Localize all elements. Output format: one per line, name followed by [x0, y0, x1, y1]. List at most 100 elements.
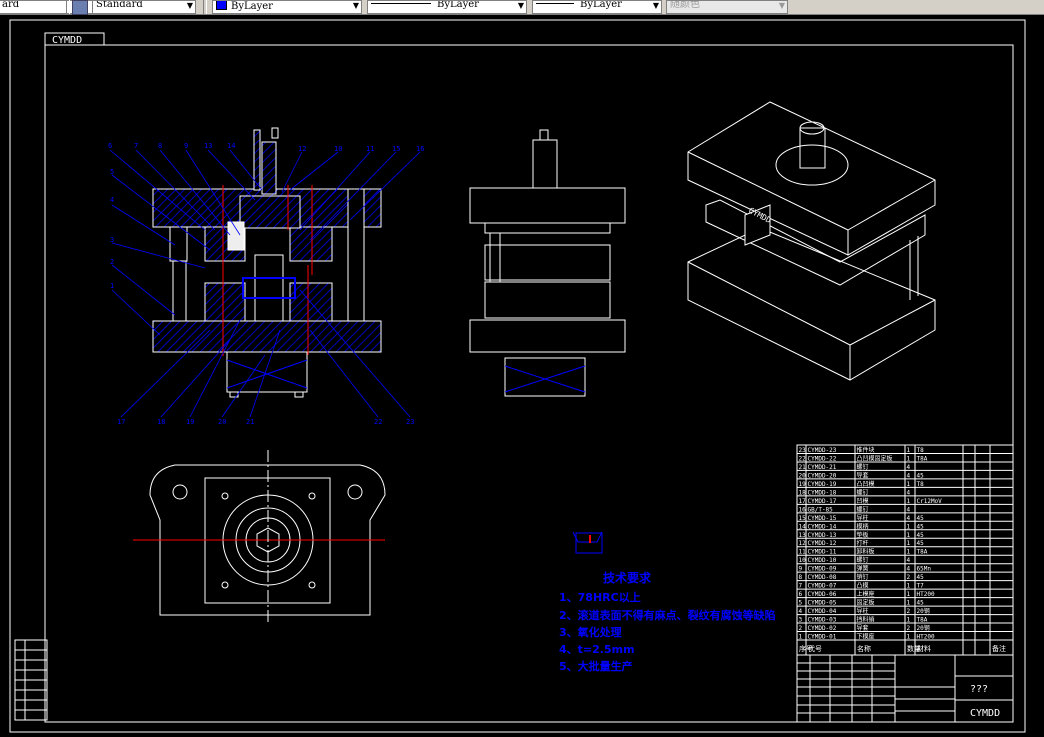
tech-requirement-item: 4、t=2.5mm [559, 643, 635, 656]
table-cell: 9 [799, 566, 803, 573]
lineweight-dropdown[interactable]: ByLayer ▼ [532, 0, 662, 14]
drawing-code: CYMDD [970, 708, 1000, 719]
color-dropdown[interactable]: ByLayer ▼ [212, 0, 362, 14]
dimension-style-icon[interactable] [72, 0, 88, 15]
table-cell: CYMDD-12 [808, 540, 837, 547]
table-cell: CYMDD-01 [808, 634, 837, 641]
balloon-label: 19 [186, 418, 194, 426]
table-cell: CYMDD-09 [808, 566, 837, 573]
table-cell: CYMDD-05 [808, 600, 837, 607]
table-cell: CYMDD-17 [808, 498, 837, 505]
table-cell: 14 [799, 523, 807, 530]
table-cell: 推件块 [857, 446, 875, 454]
balloon-label: 3 [110, 236, 114, 244]
table-cell: 1 [799, 634, 803, 641]
table-cell: CYMDD-22 [808, 455, 837, 462]
table-cell: 1 [907, 532, 911, 539]
table-cell: 导柱 [857, 514, 869, 522]
tech-requirement-item: 2、滚道表面不得有麻点、裂纹有腐蚀等缺陷 [559, 609, 776, 622]
table-cell: 8 [799, 574, 803, 581]
balloon-label: 21 [246, 418, 254, 426]
table-cell: 弹簧 [857, 565, 869, 573]
table-cell: 模柄 [857, 522, 869, 530]
text-style-value: ard [2, 0, 20, 10]
table-cell: CYMDD-10 [808, 557, 837, 564]
plot-style-dropdown[interactable]: 随颜色 ▼ [666, 0, 788, 14]
table-cell: 1 [907, 600, 911, 607]
balloon-label: 1 [110, 282, 114, 290]
table-cell: CYMDD-08 [808, 574, 837, 581]
balloon-label: 6 [108, 142, 112, 150]
table-cell: 1 [907, 523, 911, 530]
balloon-label: 8 [158, 142, 162, 150]
table-cell: 1 [907, 447, 911, 454]
drawing-canvas[interactable]: CYMDD 6 7 8 9 13 14 12 10 11 15 16 5 4 3… [0, 15, 1044, 737]
table-cell: 18 [799, 489, 807, 496]
table-cell: CYMDD-21 [808, 464, 837, 471]
table-cell: 1 [907, 498, 911, 505]
balloon-label: 4 [110, 196, 114, 204]
table-cell: CYMDD-20 [808, 472, 837, 479]
table-cell: 20 [799, 472, 807, 479]
linetype-preview [371, 3, 431, 4]
sheet-outer-border [9, 19, 1026, 733]
linetype-value: ByLayer [437, 0, 479, 10]
drawing-name: ??? [970, 684, 988, 695]
side-view [469, 129, 626, 397]
table-cell: 2 [799, 625, 803, 632]
table-cell: 螺钉 [857, 505, 869, 513]
corner-label: CYMDD [52, 35, 82, 46]
table-cell: 1 [907, 617, 911, 624]
table-cell: 17 [799, 498, 807, 505]
table-cell: 导套 [857, 624, 869, 632]
table-cell: 5 [799, 600, 803, 607]
table-cell: 65Mn [917, 566, 932, 573]
isometric-view [687, 101, 936, 381]
table-cell: CYMDD-15 [808, 515, 837, 522]
table-cell: 45 [917, 515, 925, 522]
revision-strip [14, 639, 48, 721]
balloon-label: 14 [227, 142, 235, 150]
plot-style-value: 随颜色 [670, 0, 700, 10]
table-cell: 15 [799, 515, 807, 522]
table-cell: T8 [917, 447, 925, 454]
balloon-label: 23 [406, 418, 414, 426]
dim-style-value: Standard [96, 0, 143, 10]
table-cell: CYMDD-19 [808, 481, 837, 488]
table-cell: 7 [799, 583, 803, 590]
table-cell: 45 [917, 532, 925, 539]
table-cell: HT200 [917, 634, 935, 641]
balloon-label: 2 [110, 258, 114, 266]
table-cell: CYMDD-04 [808, 608, 837, 615]
chevron-down-icon: ▼ [778, 1, 785, 10]
table-cell: 20钢 [917, 624, 930, 632]
table-cell: 螺钉 [857, 556, 869, 564]
lineweight-value: ByLayer [580, 0, 622, 10]
table-cell: 1 [907, 634, 911, 641]
color-swatch [216, 1, 227, 10]
balloon-label: 12 [298, 145, 306, 153]
table-cell: 4 [907, 566, 911, 573]
dim-style-dropdown[interactable]: Standard ▼ [92, 0, 196, 14]
table-cell: 4 [907, 472, 911, 479]
linetype-dropdown[interactable]: ByLayer ▼ [367, 0, 527, 14]
table-cell: GB/T-85 [808, 506, 834, 513]
table-cell: CYMDD-18 [808, 489, 837, 496]
tech-requirements-title: 技术要求 [603, 571, 652, 585]
part-detail-sketch [572, 531, 603, 554]
table-cell: 22 [799, 455, 807, 462]
table-cell: 13 [799, 532, 807, 539]
table-cell: Cr12MoV [917, 498, 943, 505]
table-cell: 2 [907, 608, 911, 615]
table-cell: 垫板 [857, 531, 869, 539]
table-cell: 10 [799, 557, 807, 564]
table-cell: 上模座 [857, 590, 875, 598]
top-view [133, 450, 386, 625]
table-cell: 4 [907, 557, 911, 564]
table-cell: T7 [917, 583, 925, 590]
table-cell: CYMDD-14 [808, 523, 837, 530]
table-header: 名称 [857, 644, 871, 653]
balloon-label: 9 [184, 142, 188, 150]
table-cell: 导套 [857, 471, 869, 479]
table-cell: 1 [907, 481, 911, 488]
